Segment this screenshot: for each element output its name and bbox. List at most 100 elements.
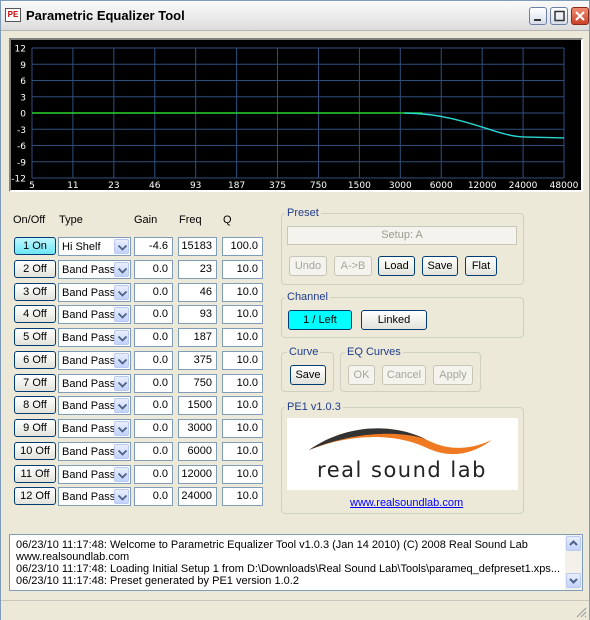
band-gain-field[interactable]: 0.0 — [134, 487, 173, 506]
band-q-field[interactable]: 10.0 — [222, 374, 263, 393]
band-toggle-button[interactable]: 12 Off — [14, 487, 56, 505]
band-freq-field[interactable]: 375 — [178, 351, 217, 370]
y-tick-label: 9 — [20, 61, 26, 71]
band-toggle-button[interactable]: 3 Off — [14, 283, 56, 301]
resize-grip-icon[interactable] — [575, 606, 587, 618]
channel-left-button[interactable]: 1 / Left — [288, 310, 352, 330]
eq-cancel-button[interactable]: Cancel — [382, 365, 426, 385]
band-toggle-button[interactable]: 10 Off — [14, 442, 56, 460]
band-type-select[interactable]: Band Pass — [58, 283, 131, 302]
band-type-select[interactable]: Band Pass — [58, 465, 131, 484]
band-toggle-button[interactable]: 5 Off — [14, 328, 56, 346]
log-output[interactable]: 06/23/10 11:17:48: Welcome to Parametric… — [9, 534, 583, 591]
y-tick-label: 12 — [15, 45, 26, 55]
band-toggle-button[interactable]: 8 Off — [14, 396, 56, 414]
band-gain-field[interactable]: 0.0 — [134, 419, 173, 438]
band-q-field[interactable]: 10.0 — [222, 328, 263, 347]
scroll-down-button[interactable] — [566, 573, 581, 588]
band-gain-field[interactable]: 0.0 — [134, 260, 173, 279]
band-gain-field[interactable]: 0.0 — [134, 305, 173, 324]
chevron-down-icon — [114, 467, 129, 482]
band-gain-field[interactable]: 0.0 — [134, 396, 173, 415]
chevron-down-icon — [114, 239, 129, 254]
band-q-field[interactable]: 10.0 — [222, 442, 263, 461]
chevron-down-icon — [114, 285, 129, 300]
band-gain-field[interactable]: 0.0 — [134, 283, 173, 302]
band-q-field[interactable]: 10.0 — [222, 305, 263, 324]
band-type-select[interactable]: Band Pass — [58, 442, 131, 461]
window-title: Parametric Equalizer Tool — [26, 8, 185, 23]
band-toggle-button[interactable]: 6 Off — [14, 351, 56, 369]
band-toggle-button[interactable]: 7 Off — [14, 374, 56, 392]
band-type-select[interactable]: Band Pass — [58, 419, 131, 438]
curve-save-button[interactable]: Save — [290, 365, 326, 385]
frequency-response-graph[interactable]: 12 9 6 3 0 -3 -6 -9 -12 5 11 23 46 93 187 375 750 1500 300… — [9, 38, 583, 192]
band-type-select[interactable]: Band Pass — [58, 260, 131, 279]
band-q-field[interactable]: 10.0 — [222, 396, 263, 415]
band-freq-field[interactable]: 1500 — [178, 396, 217, 415]
band-freq-field[interactable]: 15183 — [178, 237, 217, 256]
log-scrollbar[interactable] — [565, 535, 582, 590]
band-gain-field[interactable]: 0.0 — [134, 351, 173, 370]
log-line: 06/23/10 11:17:48: Loading Initial Setup… — [16, 563, 561, 575]
preset-save-button[interactable]: Save — [422, 256, 458, 276]
logo-swoosh-icon: real sound lab — [309, 428, 492, 482]
hi-shelf-curve — [404, 112, 565, 139]
band-q-field[interactable]: 10.0 — [222, 283, 263, 302]
band-type-select[interactable]: Band Pass — [58, 374, 131, 393]
band-freq-field[interactable]: 23 — [178, 260, 217, 279]
band-freq-field[interactable]: 46 — [178, 283, 217, 302]
undo-button[interactable]: Undo — [289, 256, 327, 276]
chevron-down-icon — [114, 398, 129, 413]
flat-button[interactable]: Flat — [465, 256, 497, 276]
minimize-button[interactable] — [529, 7, 547, 25]
band-freq-field[interactable]: 187 — [178, 328, 217, 347]
header-freq: Freq — [179, 214, 202, 226]
band-type-select[interactable]: Band Pass — [58, 328, 131, 347]
chevron-down-icon — [114, 444, 129, 459]
band-freq-field[interactable]: 93 — [178, 305, 217, 324]
band-type-select[interactable]: Band Pass — [58, 305, 131, 324]
band-type-select[interactable]: Hi Shelf — [58, 237, 131, 256]
channel-linked-button[interactable]: Linked — [361, 310, 427, 330]
band-type-select[interactable]: Band Pass — [58, 351, 131, 370]
band-toggle-button[interactable]: 9 Off — [14, 419, 56, 437]
x-tick-label: 93 — [190, 181, 201, 190]
band-type-select[interactable]: Band Pass — [58, 396, 131, 415]
eq-apply-button[interactable]: Apply — [433, 365, 473, 385]
band-freq-field[interactable]: 6000 — [178, 442, 217, 461]
title-bar[interactable]: PE Parametric Equalizer Tool — [1, 1, 589, 31]
maximize-button[interactable] — [550, 7, 568, 25]
chevron-down-icon — [114, 307, 129, 322]
scroll-up-button[interactable] — [566, 536, 581, 551]
load-button[interactable]: Load — [378, 256, 415, 276]
website-link[interactable]: www.realsoundlab.com — [350, 497, 463, 509]
band-toggle-button[interactable]: 4 Off — [14, 305, 56, 323]
band-q-field[interactable]: 10.0 — [222, 487, 263, 506]
band-q-field[interactable]: 10.0 — [222, 465, 263, 484]
a-to-b-button[interactable]: A->B — [334, 256, 372, 276]
band-gain-field[interactable]: 0.0 — [134, 374, 173, 393]
band-freq-field[interactable]: 3000 — [178, 419, 217, 438]
app-icon: PE — [5, 8, 21, 22]
band-gain-field[interactable]: 0.0 — [134, 328, 173, 347]
band-freq-field[interactable]: 24000 — [178, 487, 217, 506]
band-gain-field[interactable]: -4.6 — [134, 237, 173, 256]
band-toggle-button[interactable]: 2 Off — [14, 260, 56, 278]
band-q-field[interactable]: 10.0 — [222, 351, 263, 370]
band-gain-field[interactable]: 0.0 — [134, 465, 173, 484]
eq-ok-button[interactable]: OK — [348, 365, 375, 385]
band-q-field[interactable]: 10.0 — [222, 260, 263, 279]
band-type-select[interactable]: Band Pass — [58, 487, 131, 506]
band-freq-field[interactable]: 750 — [178, 374, 217, 393]
band-q-field[interactable]: 100.0 — [222, 237, 263, 256]
band-gain-field[interactable]: 0.0 — [134, 442, 173, 461]
band-q-field[interactable]: 10.0 — [222, 419, 263, 438]
band-type-value: Band Pass — [62, 264, 116, 276]
band-toggle-button[interactable]: 1 On — [14, 237, 56, 255]
close-button[interactable] — [571, 7, 589, 25]
band-freq-field[interactable]: 12000 — [178, 465, 217, 484]
band-toggle-button[interactable]: 11 Off — [14, 465, 56, 483]
log-line: 06/23/10 11:17:48: Preset generated by P… — [16, 575, 299, 587]
x-tick-label: 48000 — [550, 181, 579, 190]
